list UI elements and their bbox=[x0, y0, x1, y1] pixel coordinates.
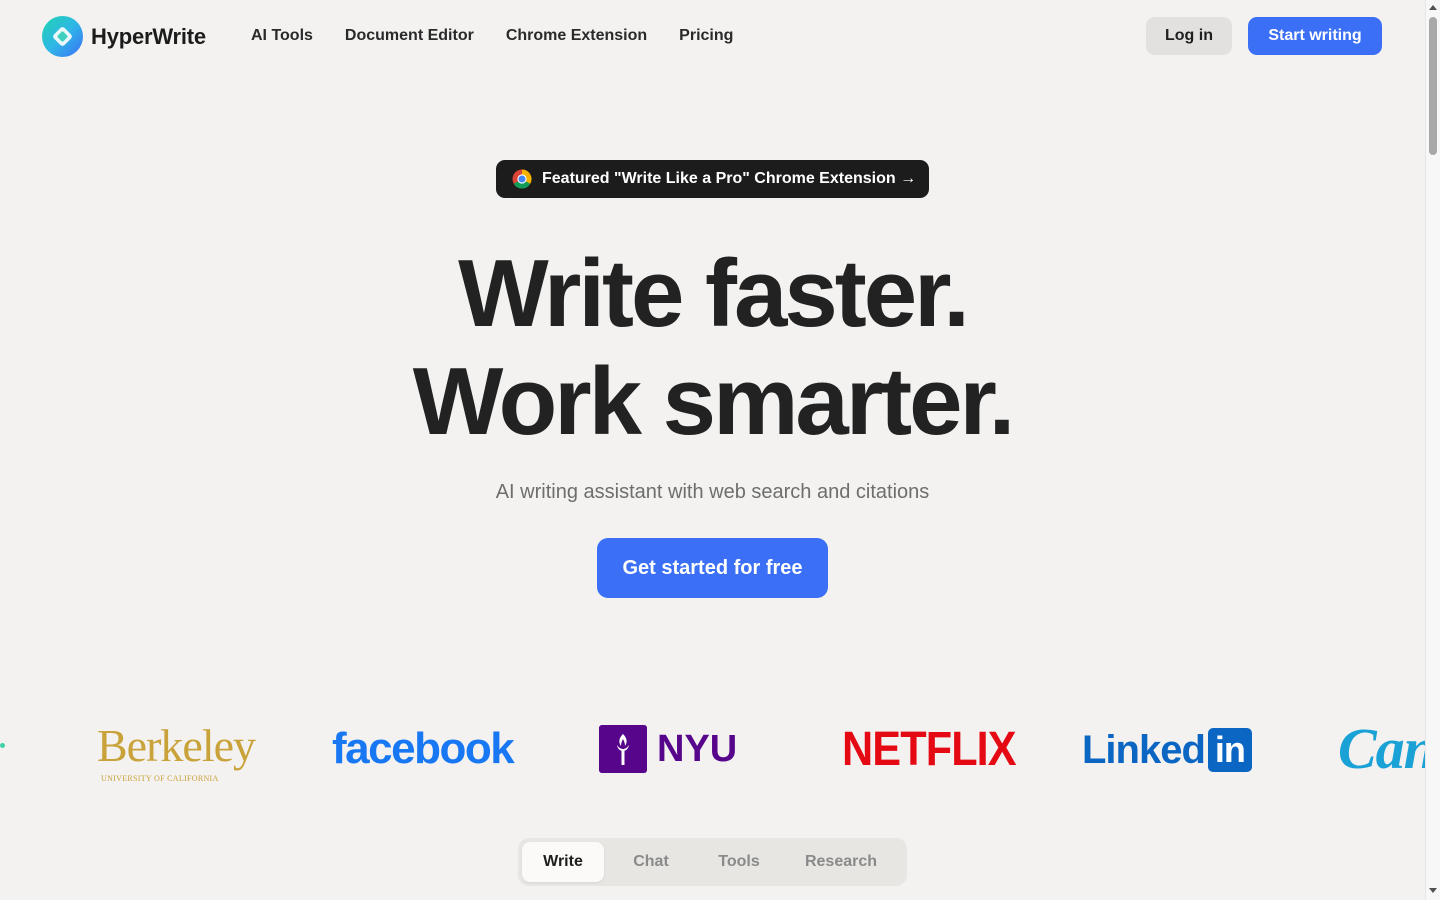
scrollbar-thumb[interactable] bbox=[1429, 17, 1437, 155]
nyu-wordmark: NYU bbox=[657, 728, 738, 770]
facebook-logo: facebook bbox=[332, 724, 515, 773]
berkeley-wordmark: Berkeley bbox=[97, 720, 256, 771]
top-nav: HyperWrite AI Tools Document Editor Chro… bbox=[0, 0, 1425, 72]
tab-tools[interactable]: Tools bbox=[698, 842, 780, 882]
linkedin-logo: Linked in bbox=[1082, 727, 1252, 773]
hyperwrite-logo-icon bbox=[42, 16, 83, 57]
start-writing-button[interactable]: Start writing bbox=[1248, 17, 1382, 55]
headline-line-1: Write faster. bbox=[458, 240, 970, 347]
nyu-torch-icon bbox=[599, 725, 647, 773]
linkedin-wordmark: Linked bbox=[1082, 728, 1206, 772]
brand-link[interactable]: HyperWrite bbox=[42, 16, 206, 57]
chrome-icon bbox=[512, 169, 532, 189]
headline-line-2: Work smarter. bbox=[412, 348, 1016, 455]
netflix-logo: NETFLIX bbox=[842, 723, 1017, 776]
berkeley-logo: Berkeley UNIVERSITY OF CALIFORNIA bbox=[97, 720, 257, 784]
get-started-button[interactable]: Get started for free bbox=[597, 538, 828, 598]
berkeley-subtitle: UNIVERSITY OF CALIFORNIA bbox=[101, 774, 219, 783]
canva-logo: Can bbox=[1338, 716, 1425, 781]
page-content: HyperWrite AI Tools Document Editor Chro… bbox=[0, 0, 1425, 900]
brand-name: HyperWrite bbox=[91, 23, 206, 49]
nav-links: AI Tools Document Editor Chrome Extensio… bbox=[251, 26, 765, 46]
scroll-down-arrow-icon[interactable] bbox=[1429, 888, 1437, 893]
nav-link-ai-tools[interactable]: AI Tools bbox=[251, 26, 313, 46]
scroll-up-arrow-icon[interactable] bbox=[1429, 5, 1437, 10]
nav-link-document-editor[interactable]: Document Editor bbox=[345, 26, 474, 46]
login-button[interactable]: Log in bbox=[1146, 17, 1232, 55]
customer-logos: Berkeley UNIVERSITY OF CALIFORNIA facebo… bbox=[0, 710, 1425, 790]
tab-write[interactable]: Write bbox=[522, 842, 604, 882]
nav-link-pricing[interactable]: Pricing bbox=[679, 26, 733, 46]
tab-chat[interactable]: Chat bbox=[604, 842, 698, 882]
hero-subheadline: AI writing assistant with web search and… bbox=[495, 481, 930, 503]
feature-tabs: Write Chat Tools Research bbox=[518, 838, 907, 886]
hero-headline: Write faster. Work smarter. bbox=[0, 240, 1425, 456]
nyu-logo: NYU bbox=[599, 725, 737, 773]
nav-link-chrome-extension[interactable]: Chrome Extension bbox=[506, 26, 647, 46]
tab-research[interactable]: Research bbox=[780, 842, 902, 882]
page: HyperWrite AI Tools Document Editor Chro… bbox=[0, 0, 1440, 900]
badge-text: Featured "Write Like a Pro" Chrome Exten… bbox=[542, 170, 917, 187]
featured-extension-badge[interactable]: Featured "Write Like a Pro" Chrome Exten… bbox=[496, 160, 929, 198]
page-scrollbar[interactable] bbox=[1425, 0, 1440, 900]
linkedin-in-box: in bbox=[1207, 728, 1252, 772]
